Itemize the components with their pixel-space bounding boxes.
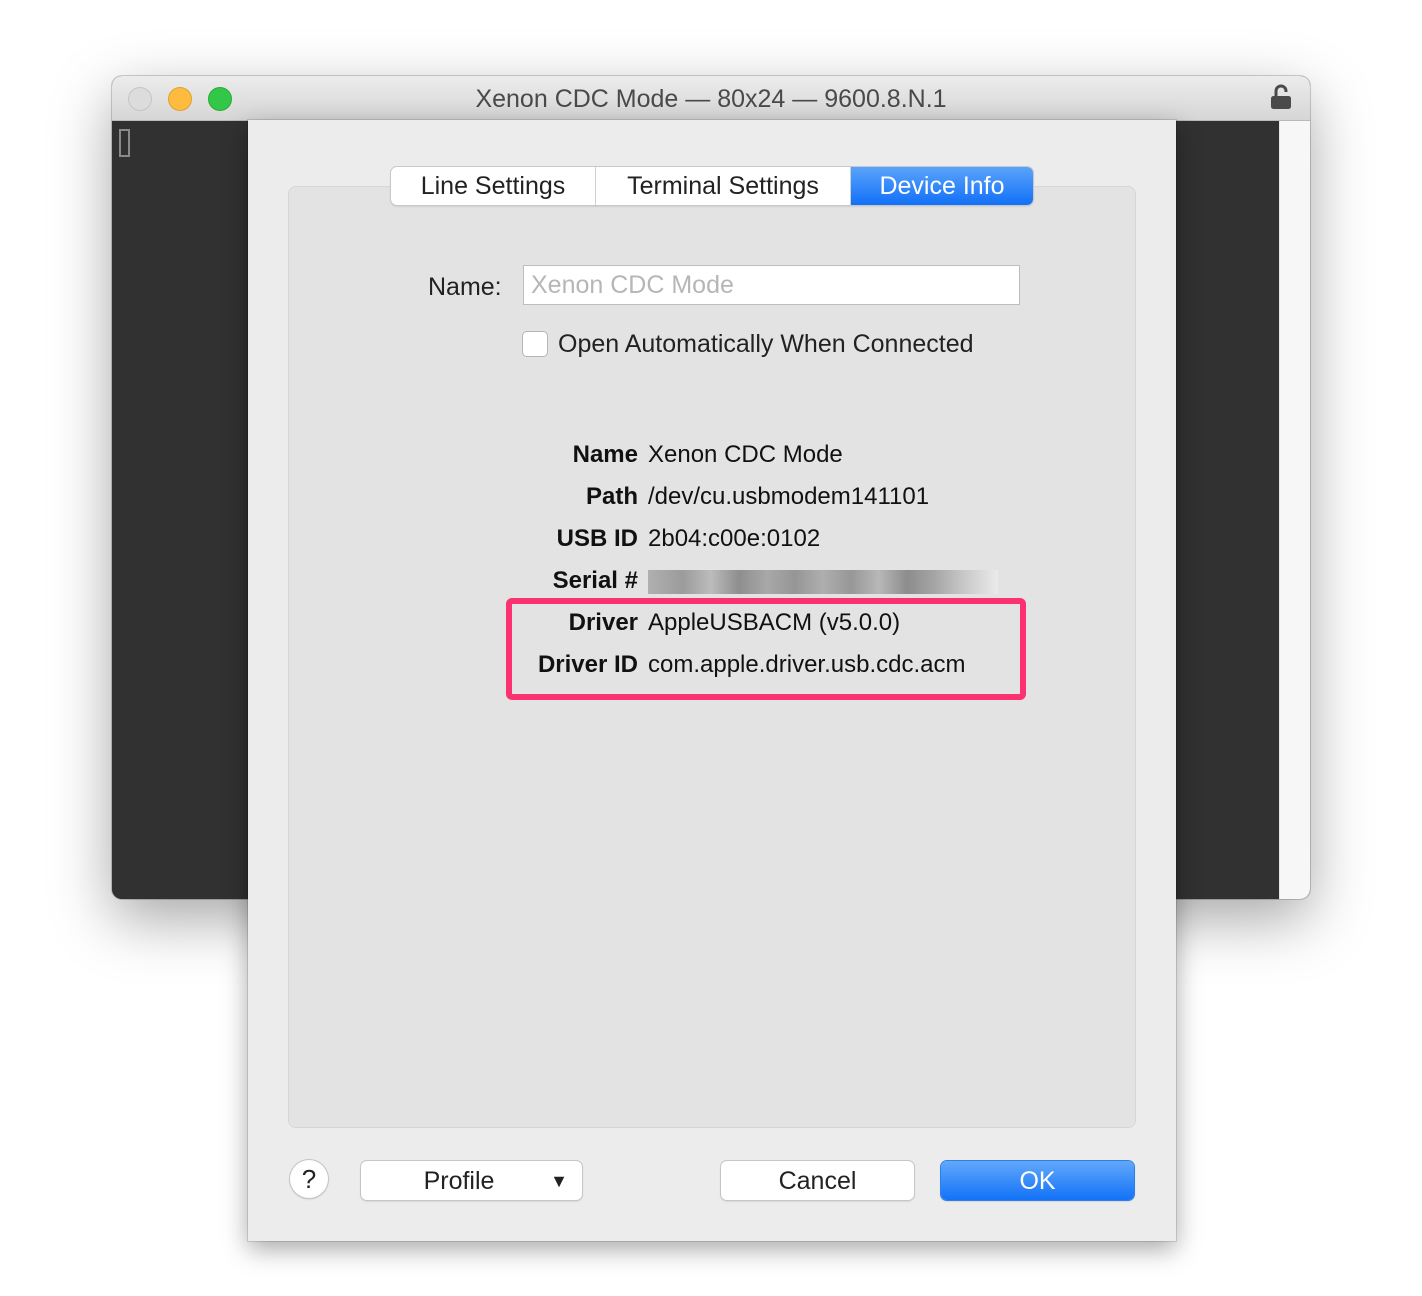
info-row-name: Name Xenon CDC Mode <box>248 441 1176 471</box>
highlight-annotation <box>506 598 1026 700</box>
tab-device-info[interactable]: Device Info <box>851 167 1033 205</box>
title-bar[interactable]: Xenon CDC Mode — 80x24 — 9600.8.N.1 <box>112 76 1310 121</box>
info-value: /dev/cu.usbmodem141101 <box>648 483 930 510</box>
info-row-serial: Serial # <box>248 567 1176 597</box>
name-label: Name: <box>428 273 502 301</box>
help-button[interactable]: ? <box>290 1160 328 1198</box>
serial-redacted <box>648 570 998 594</box>
tab-terminal-settings[interactable]: Terminal Settings <box>596 167 851 205</box>
tab-line-settings[interactable]: Line Settings <box>391 167 596 205</box>
ok-button[interactable]: OK <box>941 1161 1134 1200</box>
name-input[interactable] <box>523 265 1020 305</box>
profile-label: Profile <box>423 1167 495 1195</box>
cancel-button[interactable]: Cancel <box>721 1161 914 1200</box>
info-key: Serial # <box>552 567 638 594</box>
window-title: Xenon CDC Mode — 80x24 — 9600.8.N.1 <box>475 85 947 113</box>
info-row-usb-id: USB ID 2b04:c00e:0102 <box>248 525 1176 555</box>
dropdown-arrow-icon: ▼ <box>550 1171 568 1191</box>
profile-popup-button[interactable]: Profile ▼ <box>361 1161 582 1200</box>
terminal-cursor <box>119 129 130 157</box>
info-key: Path <box>585 483 638 510</box>
settings-sheet: Line Settings Terminal Settings Device I… <box>248 120 1176 1241</box>
tab-bar: Line Settings Terminal Settings Device I… <box>391 167 1033 205</box>
lock-open-icon[interactable] <box>1270 84 1292 110</box>
open-automatically-label[interactable]: Open Automatically When Connected <box>558 330 974 359</box>
info-key: Name <box>572 441 638 468</box>
info-value: Xenon CDC Mode <box>648 441 843 468</box>
info-value: 2b04:c00e:0102 <box>648 525 821 552</box>
info-row-path: Path /dev/cu.usbmodem141101 <box>248 483 1176 513</box>
terminal-scrollbar[interactable] <box>1279 121 1310 899</box>
open-automatically-checkbox[interactable] <box>522 331 548 357</box>
info-key: USB ID <box>556 525 638 552</box>
